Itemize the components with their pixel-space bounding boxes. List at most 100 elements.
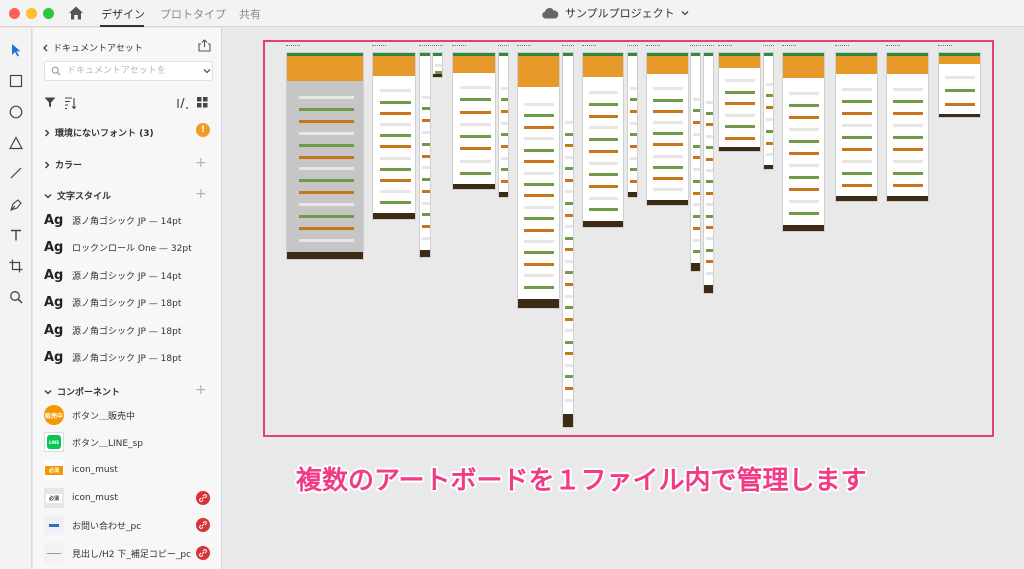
component-item[interactable]: LINE ボタン＿LINE_sp xyxy=(44,431,214,453)
component-thumbnail: 販売中 xyxy=(44,405,64,425)
sort-icon[interactable] xyxy=(64,97,76,109)
text-style-sample: Ag xyxy=(44,239,64,255)
asset-search[interactable] xyxy=(44,61,213,81)
text-style-item[interactable]: Ag 源ノ角ゴシック JP — 18pt xyxy=(44,291,181,313)
add-component-button[interactable]: + xyxy=(195,383,207,397)
component-item[interactable]: 販売中 ボタン＿販売中 xyxy=(44,404,214,426)
chevron-down-icon[interactable] xyxy=(203,68,211,74)
text-style-label: ロックンロール One — 32pt xyxy=(72,243,192,254)
search-input[interactable] xyxy=(67,64,187,78)
tool-bar xyxy=(0,28,32,569)
thumbnail-text: 必須 xyxy=(48,467,59,474)
text-style-item[interactable]: Ag 源ノ角ゴシック JP — 18pt xyxy=(44,346,181,368)
text-style-sample: Ag xyxy=(44,349,64,365)
text-style-item[interactable]: Ag ロックンロール One — 32pt xyxy=(44,236,192,258)
section-label: 文字スタイル xyxy=(57,192,112,202)
component-item[interactable]: お問い合わせ_pc xyxy=(44,514,214,536)
add-text-style-button[interactable]: + xyxy=(195,187,207,201)
pen-tool[interactable] xyxy=(7,196,25,214)
thumbnail-text: LINE xyxy=(48,439,60,445)
ellipse-icon xyxy=(9,105,23,119)
list-view-icon[interactable] xyxy=(177,97,189,109)
text-style-label: 源ノ角ゴシック JP — 18pt xyxy=(72,298,182,309)
line-icon: LINE xyxy=(47,435,61,449)
component-thumbnail xyxy=(44,543,64,563)
text-style-item[interactable]: Ag 源ノ角ゴシック JP — 14pt xyxy=(44,209,181,231)
chevron-down-icon xyxy=(44,193,52,198)
panel-title: ドキュメントアセット xyxy=(53,44,143,54)
text-style-sample: Ag xyxy=(44,212,64,228)
line-icon xyxy=(10,167,22,179)
pointer-icon xyxy=(12,44,21,57)
section-colors[interactable]: カラー xyxy=(44,158,82,171)
document-assets-panel: ドキュメントアセット 環境にないフォント (3) ! カラー + 文字スタイル … xyxy=(33,28,222,569)
text-style-item[interactable]: Ag 源ノ角ゴシック JP — 18pt xyxy=(44,319,181,341)
must-badge: 必須 xyxy=(45,465,63,475)
section-label: コンポーネント xyxy=(57,388,121,398)
chevron-left-icon xyxy=(43,44,48,51)
add-color-button[interactable]: + xyxy=(195,156,207,170)
artboard-selection-box[interactable] xyxy=(263,40,994,437)
tab-prototype[interactable]: プロトタイプ xyxy=(160,6,226,22)
component-item[interactable]: 必須 icon_must xyxy=(44,459,214,481)
component-item[interactable]: 見出し/H2 下_補足コピー_pc xyxy=(44,542,214,564)
section-label: 環境にないフォント (3) xyxy=(55,129,154,139)
zoom-tool[interactable] xyxy=(7,288,25,306)
contact-thumbnail-bar xyxy=(49,523,59,527)
chevron-right-icon xyxy=(45,129,50,136)
component-item[interactable]: 必須 icon_must xyxy=(44,487,214,509)
text-style-label: 源ノ角ゴシック JP — 18pt xyxy=(72,326,182,337)
tab-share[interactable]: 共有 xyxy=(239,6,261,22)
ellipse-tool[interactable] xyxy=(7,103,25,121)
component-thumbnail xyxy=(44,515,64,535)
link-icon[interactable] xyxy=(196,546,210,560)
component-label: icon_must xyxy=(72,465,118,475)
pen-icon xyxy=(10,199,22,211)
search-icon xyxy=(51,66,61,76)
filter-icon[interactable] xyxy=(44,97,56,108)
text-icon xyxy=(11,229,21,241)
chevron-down-icon xyxy=(681,11,689,16)
minimize-window-button[interactable] xyxy=(26,8,37,19)
filter-row xyxy=(44,96,216,110)
warning-icon: ! xyxy=(196,123,210,137)
text-tool[interactable] xyxy=(7,226,25,244)
project-menu[interactable]: サンプルプロジェクト xyxy=(541,5,689,21)
thumbnail-text: 販売中 xyxy=(44,412,63,420)
text-style-label: 源ノ角ゴシック JP — 14pt xyxy=(72,271,182,282)
grid-view-icon[interactable] xyxy=(197,97,208,108)
heading-thumbnail-line xyxy=(47,552,61,554)
link-icon[interactable] xyxy=(196,518,210,532)
link-icon[interactable] xyxy=(196,491,210,505)
thumbnail-text: 必須 xyxy=(48,495,59,502)
section-label: カラー xyxy=(55,161,83,171)
text-style-label: 源ノ角ゴシック JP — 18pt xyxy=(72,353,182,364)
text-style-sample: Ag xyxy=(44,267,64,283)
text-style-label: 源ノ角ゴシック JP — 14pt xyxy=(72,216,182,227)
text-style-item[interactable]: Ag 源ノ角ゴシック JP — 14pt xyxy=(44,264,181,286)
home-icon[interactable] xyxy=(68,5,84,21)
select-tool[interactable] xyxy=(7,41,25,59)
close-window-button[interactable] xyxy=(9,8,20,19)
section-components[interactable]: コンポーネント xyxy=(44,385,120,398)
rectangle-tool[interactable] xyxy=(7,72,25,90)
panel-header[interactable]: ドキュメントアセット xyxy=(42,41,143,54)
polygon-tool[interactable] xyxy=(7,134,25,152)
chevron-down-icon xyxy=(44,389,52,394)
component-label: ボタン＿LINE_sp xyxy=(72,438,143,449)
text-style-sample: Ag xyxy=(44,322,64,338)
artboard-tool[interactable] xyxy=(7,257,25,275)
line-tool[interactable] xyxy=(7,164,25,182)
export-icon[interactable] xyxy=(198,39,211,52)
rectangle-icon xyxy=(9,74,23,88)
triangle-icon xyxy=(9,136,23,150)
component-thumbnail: LINE xyxy=(44,432,64,452)
component-label: お問い合わせ_pc xyxy=(72,521,142,532)
section-missing-fonts[interactable]: 環境にないフォント (3) xyxy=(44,126,154,139)
section-text-styles[interactable]: 文字スタイル xyxy=(44,189,111,202)
tab-design[interactable]: デザイン xyxy=(101,6,145,22)
zoom-window-button[interactable] xyxy=(43,8,54,19)
magnifier-icon xyxy=(10,291,23,304)
component-thumbnail: 必須 xyxy=(44,460,64,480)
component-label: ボタン＿販売中 xyxy=(72,411,136,422)
